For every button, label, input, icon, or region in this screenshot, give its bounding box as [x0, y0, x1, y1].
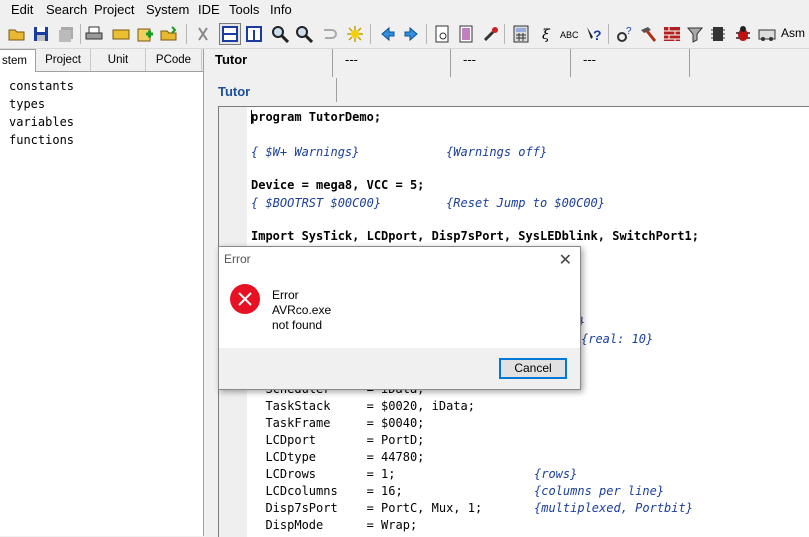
code-line: LCDport = PortD; — [251, 433, 425, 447]
bug-icon[interactable] — [732, 23, 754, 45]
code-line: LCDcolumns = 16; — [251, 484, 403, 498]
code-line: Disp7sPort = PortC, Mux, 1; — [251, 501, 483, 515]
tree-item-functions[interactable]: functions — [9, 133, 74, 147]
menu-tools[interactable]: Tools — [229, 2, 259, 17]
key-icon[interactable]: ? — [614, 23, 636, 45]
editor-window-tabs: Tutor --- --- --- — [210, 49, 809, 77]
svg-text:?: ? — [626, 26, 632, 37]
explorer-tabs: stem Project Unit PCode — [0, 49, 203, 72]
split-vertical-icon[interactable] — [243, 23, 265, 45]
error-icon — [230, 284, 260, 314]
svg-text:ξ: ξ — [542, 27, 551, 43]
arrow-left-icon[interactable] — [377, 23, 399, 45]
tab-unit[interactable]: Unit — [91, 49, 146, 71]
tab-editor-2[interactable]: --- — [340, 49, 451, 77]
cancel-button[interactable]: Cancel — [499, 358, 567, 379]
redo-icon[interactable] — [318, 23, 340, 45]
tree-item-types[interactable]: types — [9, 97, 45, 111]
programmer-icon[interactable] — [756, 23, 778, 45]
asm-label[interactable]: Asm — [781, 26, 805, 40]
error-dialog: Error ✕ Error AVRco.exe not found Cancel — [218, 246, 581, 390]
open-project-icon[interactable] — [158, 23, 180, 45]
tools-icon[interactable] — [480, 23, 502, 45]
tree-item-variables[interactable]: variables — [9, 115, 74, 129]
menu-edit[interactable]: Edit — [11, 2, 33, 17]
dialog-footer: Cancel — [219, 348, 580, 389]
menu-project[interactable]: Project — [94, 2, 134, 17]
code-line: TaskStack = $0020, iData; — [251, 399, 475, 413]
save-all-icon[interactable] — [55, 23, 77, 45]
menu-ide[interactable]: IDE — [198, 2, 220, 17]
search-icon[interactable] — [269, 23, 291, 45]
calculator-icon[interactable] — [510, 23, 532, 45]
tab-project[interactable]: Project — [36, 49, 91, 71]
cut-icon[interactable] — [192, 23, 214, 45]
dialog-title: Error — [224, 252, 251, 266]
preview-icon[interactable] — [431, 23, 453, 45]
file-tab[interactable]: Tutor — [210, 78, 337, 102]
chip-icon[interactable] — [707, 23, 729, 45]
dialog-message-line-1: Error — [272, 288, 299, 302]
help-icon[interactable]: ? — [583, 23, 605, 45]
find-icon[interactable] — [110, 23, 132, 45]
close-icon[interactable]: ✕ — [559, 250, 572, 270]
open-folder-icon[interactable] — [6, 23, 28, 45]
arrow-right-icon[interactable] — [400, 23, 422, 45]
tree-item-constants[interactable]: constants — [9, 79, 74, 93]
svg-text:ABC: ABC — [560, 30, 579, 40]
print-icon[interactable] — [83, 23, 105, 45]
sun-icon[interactable] — [344, 23, 366, 45]
tab-system[interactable]: stem — [0, 49, 36, 72]
tab-editor-4[interactable]: --- — [578, 49, 690, 77]
brick-wall-icon[interactable] — [661, 23, 683, 45]
code-line: {rows} — [534, 467, 578, 481]
code-line: Device = mega8, VCC = 5; — [251, 178, 425, 192]
menu-info[interactable]: Info — [270, 2, 292, 17]
dialog-message-line-2: AVRco.exe — [272, 303, 332, 317]
code-line: DispMode = Wrap; — [251, 518, 418, 532]
code-line: {columns per line} — [534, 484, 665, 498]
tab-pcode[interactable]: PCode — [146, 49, 202, 71]
spellcheck-icon[interactable]: ABC — [559, 23, 581, 45]
dialog-message-line-3: not found — [272, 318, 323, 332]
code-line: {real: 10} — [581, 332, 654, 346]
code-line: TaskFrame = $0040; — [251, 416, 425, 430]
code-line: program TutorDemo; — [251, 110, 382, 124]
code-line: { $W+ Warnings} {Warnings off} — [251, 145, 548, 159]
menu-system[interactable]: System — [146, 2, 189, 17]
save-icon[interactable] — [30, 23, 52, 45]
menu-search[interactable]: Search — [46, 2, 87, 17]
tab-editor-3[interactable]: --- — [458, 49, 571, 77]
split-horizontal-icon[interactable] — [219, 23, 241, 45]
tab-editor-1[interactable]: Tutor — [210, 49, 333, 77]
page-icon[interactable] — [455, 23, 477, 45]
toolbar: ξ ABC ? ? Asm — [0, 20, 809, 49]
svg-text:?: ? — [593, 27, 602, 43]
new-file-icon[interactable] — [134, 23, 156, 45]
menu-bar: Edit Search Project System IDE Tools Inf… — [0, 0, 809, 20]
code-line: LCDrows = 1; — [251, 467, 396, 481]
replace-icon[interactable] — [293, 23, 315, 45]
filter-icon[interactable] — [684, 23, 706, 45]
code-line: { $BOOTRST $00C00} {Reset Jump to $00C00… — [251, 196, 606, 210]
hammer-icon[interactable] — [637, 23, 659, 45]
code-line: LCDtype = 44780; — [251, 450, 425, 464]
code-line: Import SysTick, LCDport, Disp7sPort, Sys… — [251, 229, 699, 243]
code-line: {multiplexed, Portbit} — [534, 501, 693, 515]
expression-icon[interactable]: ξ — [535, 23, 557, 45]
project-explorer: stem Project Unit PCode constants types … — [0, 49, 204, 536]
